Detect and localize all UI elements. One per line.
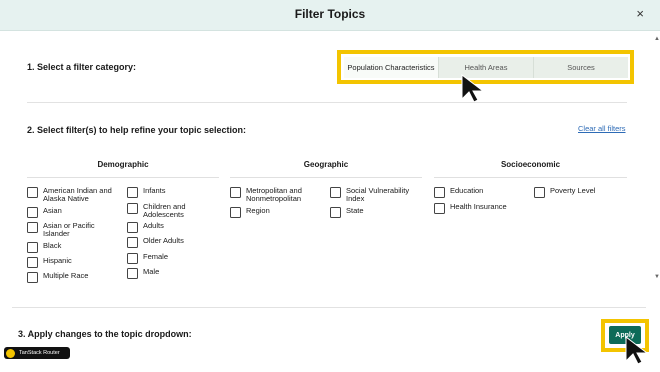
- modal-title: Filter Topics: [294, 7, 366, 21]
- checkbox-label: Infants: [143, 186, 166, 195]
- checkbox-label: Female: [143, 252, 169, 261]
- group-title-geographic: Geographic: [303, 160, 349, 169]
- checkbox-box[interactable]: [127, 268, 138, 279]
- checkbox-box[interactable]: [27, 187, 38, 198]
- modal-header: Filter Topics ×: [0, 0, 660, 31]
- checkbox-box[interactable]: [27, 272, 38, 283]
- checkbox-education[interactable]: Education: [434, 187, 529, 198]
- checkbox-box[interactable]: [230, 207, 241, 218]
- checkbox-black[interactable]: Black: [27, 242, 122, 253]
- checkbox-label: Male: [143, 267, 160, 276]
- step3-label: 3. Apply changes to the topic dropdown:: [18, 329, 192, 339]
- scroll-down-arrow-icon[interactable]: ▼: [654, 274, 660, 280]
- checkbox-box[interactable]: [230, 187, 241, 198]
- checkbox-adults[interactable]: Adults: [127, 222, 217, 233]
- mouse-cursor-icon: [461, 74, 485, 103]
- checkbox-label: Adults: [143, 221, 164, 230]
- checkbox-label: Black: [43, 241, 62, 250]
- checkbox-health-insurance[interactable]: Health Insurance: [434, 203, 529, 214]
- checkbox-box[interactable]: [127, 253, 138, 264]
- checkbox-label: Multiple Race: [43, 271, 89, 280]
- checkbox-label: State: [346, 206, 364, 215]
- checkbox-box[interactable]: [434, 203, 445, 214]
- checkbox-children-adolescents[interactable]: Children and Adolescents: [127, 203, 207, 219]
- checkbox-label: Education: [450, 186, 484, 195]
- scrollbar[interactable]: ▲ ▼: [654, 36, 660, 282]
- checkbox-label: Children and Adolescents: [143, 202, 186, 219]
- step2-label: 2. Select filter(s) to help refine your …: [27, 125, 247, 135]
- checkbox-label: American Indian and Alaska Native: [43, 186, 112, 203]
- close-button[interactable]: ×: [636, 6, 644, 22]
- checkbox-state[interactable]: State: [330, 207, 425, 218]
- checkbox-label: Metropolitan and Nonmetropolitan: [246, 186, 302, 203]
- checkbox-label: Asian: [43, 206, 62, 215]
- checkbox-female[interactable]: Female: [127, 253, 217, 264]
- checkbox-older-adults[interactable]: Older Adults: [127, 237, 217, 248]
- checkbox-poverty-level[interactable]: Poverty Level: [534, 187, 629, 198]
- checkbox-label: Health Insurance: [450, 202, 507, 211]
- group-title-socioeconomic: Socioeconomic: [500, 160, 561, 169]
- checkbox-box[interactable]: [27, 222, 38, 233]
- divider: [27, 102, 627, 103]
- checkbox-label: Older Adults: [143, 236, 184, 245]
- group-divider: [27, 177, 219, 178]
- checkbox-american-indian-alaska-native[interactable]: American Indian and Alaska Native: [27, 187, 122, 203]
- checkbox-label: Social Vulnerability Index: [346, 186, 410, 203]
- checkbox-box[interactable]: [127, 203, 138, 214]
- checkbox-region[interactable]: Region: [230, 207, 325, 218]
- checkbox-box[interactable]: [534, 187, 545, 198]
- divider: [12, 307, 646, 308]
- checkbox-social-vulnerability-index[interactable]: Social Vulnerability Index: [330, 187, 425, 203]
- checkbox-box[interactable]: [330, 187, 341, 198]
- tanstack-router-label: TanStack Router: [19, 350, 60, 356]
- step1-label: 1. Select a filter category:: [27, 62, 137, 72]
- checkbox-box[interactable]: [330, 207, 341, 218]
- checkbox-box[interactable]: [127, 222, 138, 233]
- checkbox-hispanic[interactable]: Hispanic: [27, 257, 122, 268]
- clear-all-filters-link[interactable]: Clear all filters: [578, 124, 626, 133]
- checkbox-label: Poverty Level: [550, 186, 596, 195]
- checkbox-label: Region: [246, 206, 270, 215]
- checkbox-box[interactable]: [27, 257, 38, 268]
- checkbox-box[interactable]: [434, 187, 445, 198]
- tab-population-characteristics[interactable]: Population Characteristics: [344, 57, 439, 78]
- checkbox-box[interactable]: [27, 207, 38, 218]
- checkbox-infants[interactable]: Infants: [127, 187, 217, 198]
- mouse-cursor-icon: [625, 336, 649, 365]
- checkbox-metropolitan-nonmetropolitan[interactable]: Metropolitan and Nonmetropolitan: [230, 187, 325, 203]
- checkbox-asian-pacific-islander[interactable]: Asian or Pacific Islander: [27, 222, 107, 238]
- group-divider: [230, 177, 422, 178]
- group-divider: [434, 177, 627, 178]
- scroll-up-arrow-icon[interactable]: ▲: [654, 36, 660, 42]
- checkbox-label: Asian or Pacific Islander: [43, 221, 95, 238]
- group-title-demographic: Demographic: [97, 160, 149, 169]
- tanstack-logo-icon: [6, 348, 15, 358]
- checkbox-multiple-race[interactable]: Multiple Race: [27, 272, 122, 283]
- checkbox-male[interactable]: Male: [127, 268, 217, 279]
- checkbox-box[interactable]: [127, 237, 138, 248]
- checkbox-label: Hispanic: [43, 256, 72, 265]
- tanstack-router-devtools-button[interactable]: TanStack Router: [4, 347, 70, 359]
- checkbox-box[interactable]: [127, 187, 138, 198]
- checkbox-box[interactable]: [27, 242, 38, 253]
- tab-sources[interactable]: Sources: [534, 57, 628, 78]
- checkbox-asian[interactable]: Asian: [27, 207, 122, 218]
